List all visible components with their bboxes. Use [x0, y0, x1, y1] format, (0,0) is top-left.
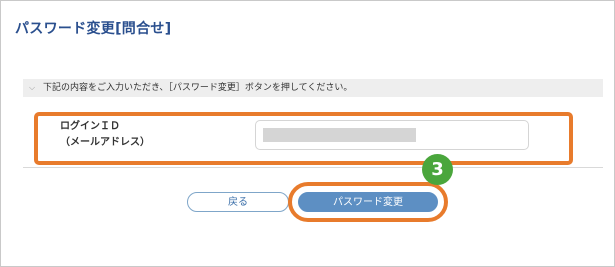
chevron-down-icon: ⌵: [29, 83, 36, 92]
login-id-highlight: [34, 112, 573, 165]
instruction-bar: ⌵ 下記の内容をご入力いただき、［パスワード変更］ボタンを押してください。: [23, 79, 603, 97]
page-title: パスワード変更[問合せ]: [15, 21, 172, 37]
step-number-badge: 3: [422, 154, 453, 185]
password-change-panel: パスワード変更[問合せ] ⌵ 下記の内容をご入力いただき、［パスワード変更］ボタ…: [0, 0, 615, 267]
back-button[interactable]: 戻る: [187, 192, 289, 212]
instruction-text: 下記の内容をご入力いただき、［パスワード変更］ボタンを押してください。: [43, 83, 353, 93]
submit-button-highlight: [288, 182, 448, 222]
